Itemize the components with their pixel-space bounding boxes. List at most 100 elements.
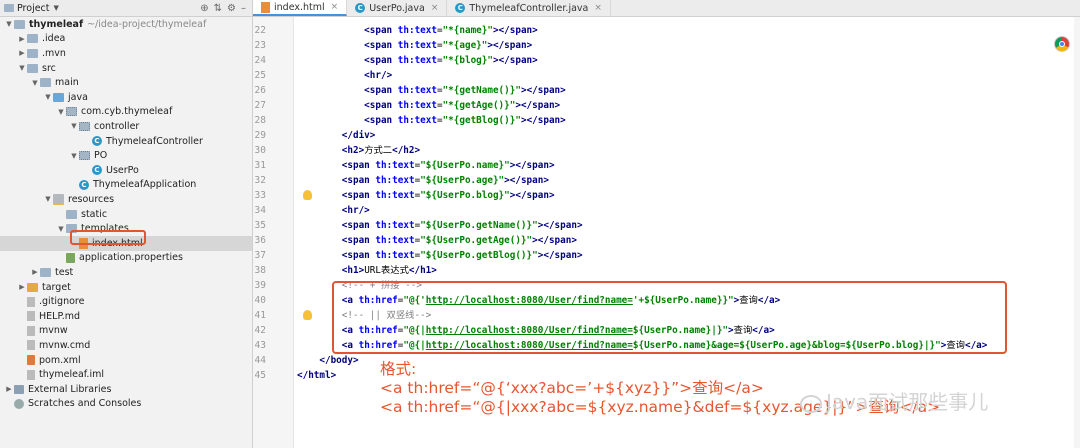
tree-item[interactable]: ▶ target xyxy=(0,280,252,295)
chevron-down-icon[interactable]: ▼ xyxy=(69,152,79,160)
tree-item[interactable]: pom.xml xyxy=(0,353,252,368)
tree-item[interactable]: C ThymeleafController xyxy=(0,134,252,149)
tree-item-label: thymeleaf xyxy=(29,18,84,30)
editor-scrollbar[interactable] xyxy=(1074,17,1080,448)
tab-userpo-java[interactable]: C UserPo.java × xyxy=(347,0,448,16)
tree-item[interactable]: thymeleaf.iml xyxy=(0,367,252,382)
tab-index-html[interactable]: index.html × xyxy=(253,0,348,16)
tree-item[interactable]: mvnw.cmd xyxy=(0,338,252,353)
code-line[interactable]: </div> xyxy=(297,128,376,143)
line-number: 28 xyxy=(254,115,266,126)
chevron-right-icon[interactable]: ▶ xyxy=(17,35,27,43)
tree-item[interactable]: application.properties xyxy=(0,251,252,266)
chevron-down-icon[interactable]: ▼ xyxy=(69,122,79,130)
line-number: 26 xyxy=(254,85,266,96)
folder-orange-icon xyxy=(27,282,38,292)
code-line[interactable]: <span th:text="*{getAge()}"></span> xyxy=(297,98,560,113)
close-icon[interactable]: × xyxy=(331,2,339,12)
chevron-right-icon[interactable]: ▶ xyxy=(17,283,27,291)
chevron-right-icon[interactable]: ▶ xyxy=(4,385,14,393)
code-line[interactable]: </html> xyxy=(297,368,336,383)
locate-icon[interactable]: ⊕ xyxy=(200,3,208,14)
line-number: 34 xyxy=(254,205,266,216)
code-line[interactable]: <span th:text="*{name}"></span> xyxy=(297,23,538,38)
tree-item[interactable]: ▶ External Libraries xyxy=(0,382,252,397)
tree-item-label: .mvn xyxy=(42,47,66,59)
tree-item[interactable]: C UserPo xyxy=(0,163,252,178)
tree-item[interactable]: ▼ src xyxy=(0,61,252,76)
code-line[interactable]: <span th:text="*{blog}"></span> xyxy=(297,53,538,68)
tree-item[interactable]: static xyxy=(0,207,252,222)
close-icon[interactable]: × xyxy=(594,3,602,13)
code-line[interactable]: <span th:text="${UserPo.blog}"></span> xyxy=(297,188,555,203)
code-line[interactable]: <span th:text="${UserPo.getBlog()}"></sp… xyxy=(297,248,583,263)
code-line[interactable]: <span th:text="*{getName()}"></span> xyxy=(297,83,566,98)
code-line[interactable]: <hr/> xyxy=(297,68,392,83)
tree-item-label: mvnw.cmd xyxy=(39,339,91,351)
tab-label: index.html xyxy=(274,1,325,13)
tree-item[interactable]: mvnw xyxy=(0,324,252,339)
lightbulb-icon[interactable] xyxy=(303,310,312,320)
code-line[interactable]: <span th:text="${UserPo.name}"></span> xyxy=(297,158,555,173)
tree-item[interactable]: HELP.md xyxy=(0,309,252,324)
tree-item-label: ThymeleafController xyxy=(106,135,203,147)
line-number: 45 xyxy=(254,370,266,381)
tree-item[interactable]: ▼ controller xyxy=(0,119,252,134)
tree-item[interactable]: ▶ .mvn xyxy=(0,46,252,61)
code-line[interactable]: <h1>URL表达式</h1> xyxy=(297,263,437,278)
chevron-down-icon[interactable]: ▼ xyxy=(30,79,40,87)
project-view-selector[interactable]: Project xyxy=(17,3,50,14)
tree-item-label: test xyxy=(55,266,74,278)
tree-item[interactable]: Scratches and Consoles xyxy=(0,397,252,412)
chevron-down-icon[interactable]: ▼ xyxy=(4,20,14,28)
code-line[interactable]: <hr/> xyxy=(297,203,370,218)
chrome-browser-icon[interactable] xyxy=(1054,36,1070,52)
chevron-down-icon[interactable]: ▼ xyxy=(54,4,59,12)
tree-item[interactable]: ▶ .idea xyxy=(0,32,252,47)
html-file-icon xyxy=(261,1,270,13)
hide-icon[interactable]: – xyxy=(241,3,246,14)
tree-item[interactable]: ▼ main xyxy=(0,75,252,90)
tree-item-label: application.properties xyxy=(79,252,183,264)
chevron-right-icon[interactable]: ▶ xyxy=(17,49,27,57)
code-line[interactable]: <span th:text="*{getBlog()}"></span> xyxy=(297,113,566,128)
tab-thymeleafcontroller-java[interactable]: C ThymeleafController.java × xyxy=(447,0,611,16)
line-number: 31 xyxy=(254,160,266,171)
tree-item[interactable]: .gitignore xyxy=(0,294,252,309)
code-line[interactable]: <span th:text="${UserPo.getAge()}"></spa… xyxy=(297,233,577,248)
chevron-down-icon[interactable]: ▼ xyxy=(56,108,66,116)
tree-item[interactable]: ▼ thymeleaf ~/idea-project/thymeleaf xyxy=(0,17,252,32)
chevron-right-icon[interactable]: ▶ xyxy=(30,268,40,276)
tree-item[interactable]: C ThymeleafApplication xyxy=(0,178,252,193)
wechat-icon xyxy=(800,394,822,413)
annotation-title: 格式: xyxy=(380,360,417,378)
line-number: 43 xyxy=(254,340,266,351)
code-line[interactable]: <span th:text="${UserPo.age}"></span> xyxy=(297,173,549,188)
line-number: 24 xyxy=(254,55,266,66)
code-line[interactable]: </body> xyxy=(297,353,358,368)
folder-blue-icon xyxy=(53,92,64,102)
line-number: 32 xyxy=(254,175,266,186)
line-number: 30 xyxy=(254,145,266,156)
chevron-down-icon[interactable]: ▼ xyxy=(17,64,27,72)
chevron-down-icon[interactable]: ▼ xyxy=(43,195,53,203)
tree-item-label: java xyxy=(68,91,88,103)
close-icon[interactable]: × xyxy=(431,3,439,13)
tree-item[interactable]: ▼ PO xyxy=(0,148,252,163)
code-line[interactable]: <span th:text="*{age}"></span> xyxy=(297,38,532,53)
tree-item[interactable]: ▼ com.cyb.thymeleaf xyxy=(0,105,252,120)
class-icon: C xyxy=(455,3,466,13)
gear-icon[interactable]: ⚙ xyxy=(227,3,236,14)
tree-item-label: UserPo xyxy=(106,164,139,176)
tree-item[interactable]: ▼ resources xyxy=(0,192,252,207)
tree-item[interactable]: ▼ java xyxy=(0,90,252,105)
collapse-icon[interactable]: ⇅ xyxy=(214,3,222,14)
chevron-down-icon[interactable]: ▼ xyxy=(43,93,53,101)
code-line[interactable]: <h2>方式二</h2> xyxy=(297,143,420,158)
tree-item[interactable]: ▶ test xyxy=(0,265,252,280)
lightbulb-icon[interactable] xyxy=(303,190,312,200)
chevron-down-icon[interactable]: ▼ xyxy=(56,225,66,233)
tree-item-label: PO xyxy=(94,150,108,162)
code-line[interactable]: <span th:text="${UserPo.getName()}"></sp… xyxy=(297,218,583,233)
line-number: 23 xyxy=(254,40,266,51)
